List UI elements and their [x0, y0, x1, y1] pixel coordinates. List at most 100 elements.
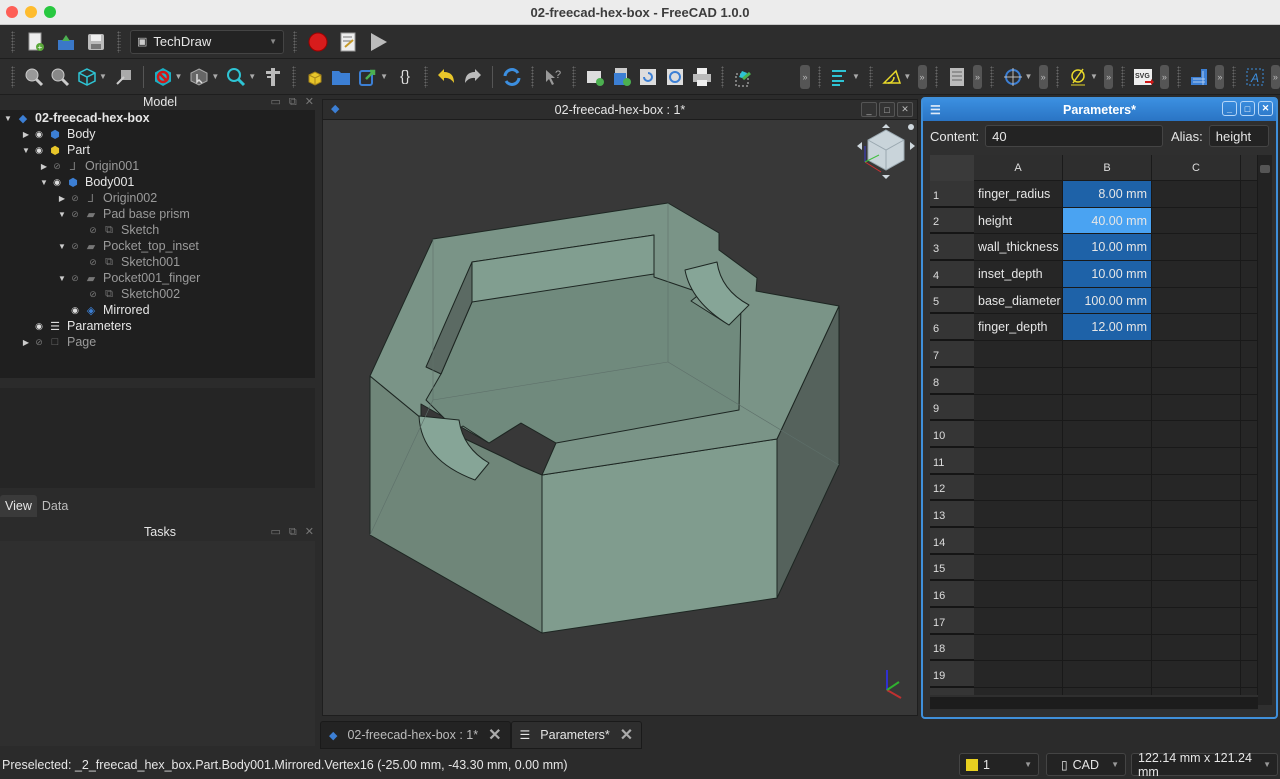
cell-d[interactable] [1241, 314, 1258, 342]
row-header[interactable]: 18 [930, 634, 974, 662]
part-icon[interactable] [304, 65, 326, 89]
chevron-down-icon[interactable]: ▼ [175, 72, 184, 81]
cell-d[interactable] [1241, 394, 1258, 422]
cell-d[interactable] [1241, 634, 1258, 662]
row-header[interactable]: 13 [930, 501, 974, 528]
cell-d[interactable] [1241, 341, 1258, 368]
eye-hidden-icon[interactable]: ⊘ [50, 161, 64, 172]
minimize-icon[interactable]: _ [1222, 101, 1237, 116]
vertical-scrollbar[interactable] [1258, 155, 1272, 705]
chevron-down-icon[interactable]: ▼ [1024, 72, 1033, 81]
cell-a[interactable] [974, 474, 1063, 502]
refresh-icon[interactable] [501, 65, 523, 89]
fit-selection-icon[interactable] [49, 65, 71, 89]
cell-a[interactable] [974, 367, 1063, 395]
centerline-icon[interactable] [1002, 65, 1024, 89]
open-document-icon[interactable] [54, 30, 78, 54]
cell-c[interactable] [1152, 447, 1241, 475]
tree-item[interactable]: ⊘ ⧉ Sketch002 [0, 286, 315, 302]
expand-arrow-icon[interactable]: ▶ [20, 338, 32, 347]
toolbar-grip[interactable] [817, 65, 822, 88]
cell-b[interactable]: 10.00 mm [1063, 261, 1152, 288]
cell-d[interactable] [1241, 501, 1258, 528]
cell-d[interactable] [1241, 234, 1258, 262]
cell-d[interactable] [1241, 554, 1258, 582]
row-header[interactable]: 15 [930, 554, 974, 582]
close-tab-icon[interactable]: ✕ [488, 725, 501, 745]
toolbar-overflow-button[interactable]: » [1104, 64, 1114, 89]
diameter-icon[interactable] [1067, 65, 1089, 89]
column-header-a[interactable]: A [974, 155, 1063, 181]
cell-c[interactable] [1152, 501, 1241, 528]
cell-c[interactable] [1152, 394, 1241, 422]
toolbar-grip[interactable] [530, 65, 535, 88]
toolbar-grip[interactable] [869, 65, 873, 88]
toolbar-grip[interactable] [11, 65, 15, 88]
dimension-readout[interactable]: 122.14 mm x 121.24 mm ▼ [1131, 751, 1278, 779]
collapse-arrow-icon[interactable]: ▼ [56, 210, 68, 219]
tree-item[interactable]: ▼ ⊘ ▰ Pocket001_finger [0, 270, 315, 286]
content-input[interactable]: 40 [985, 125, 1163, 147]
cell-a[interactable] [974, 688, 1063, 695]
tree-item[interactable]: ▼ ⊘ ▰ Pocket_top_inset [0, 238, 315, 254]
toolbar-overflow-button[interactable]: » [1038, 64, 1048, 89]
annotations-icon[interactable] [829, 65, 851, 89]
cell-a[interactable] [974, 421, 1063, 448]
tab-parameters[interactable]: ☰ Parameters* ✕ [510, 721, 643, 749]
eye-hidden-icon[interactable]: ⊘ [68, 193, 82, 204]
tab-data[interactable]: Data [36, 495, 74, 517]
row-header[interactable]: 12 [930, 474, 974, 502]
toolbar-grip[interactable] [572, 65, 576, 88]
cell-a[interactable] [974, 394, 1063, 422]
cell-c[interactable] [1152, 688, 1241, 695]
maximize-icon[interactable]: □ [1240, 101, 1255, 116]
cell-a[interactable]: height [974, 207, 1063, 235]
new-document-icon[interactable]: + [24, 30, 48, 54]
hex-box-model[interactable] [369, 202, 840, 634]
cell-d[interactable] [1241, 207, 1258, 235]
row-header[interactable]: 11 [930, 447, 974, 475]
tree-item[interactable]: ▼ ◉ ⬢ Part [0, 142, 315, 158]
cell-c[interactable] [1152, 287, 1241, 315]
cell-b[interactable]: 100.00 mm [1063, 287, 1152, 315]
collapse-arrow-icon[interactable]: ▼ [2, 114, 14, 123]
cell-c[interactable] [1152, 634, 1241, 662]
cell-c[interactable] [1152, 661, 1241, 689]
minimize-window-button[interactable] [25, 6, 37, 18]
draw-style-icon[interactable] [152, 65, 174, 89]
toolbar-overflow-button[interactable]: » [972, 64, 983, 89]
collapse-arrow-icon[interactable]: ▼ [20, 146, 32, 155]
eye-icon[interactable]: ◉ [32, 129, 46, 140]
eye-icon[interactable]: ◉ [32, 321, 46, 332]
tab-3d-view[interactable]: ◆ 02-freecad-hex-box : 1* ✕ [320, 721, 511, 749]
fit-all-icon[interactable] [23, 65, 45, 89]
cell-a[interactable] [974, 554, 1063, 582]
draw-style-selector[interactable]: 1 ▼ [959, 753, 1039, 776]
close-icon[interactable]: ✕ [897, 102, 913, 117]
select-all-corner[interactable] [930, 155, 974, 181]
new-page-icon[interactable] [584, 65, 606, 89]
tree-item[interactable]: ◉ ◈ Mirrored [0, 302, 315, 318]
cell-a[interactable] [974, 581, 1063, 608]
toolbar-grip[interactable] [292, 65, 296, 88]
cell-a[interactable]: base_diameter [974, 287, 1063, 315]
redo-icon[interactable] [462, 65, 484, 89]
chevron-down-icon[interactable]: ▼ [1090, 72, 1099, 81]
save-icon[interactable] [84, 30, 108, 54]
cell-c[interactable] [1152, 367, 1241, 395]
toolbar-overflow-button[interactable]: » [1215, 64, 1225, 89]
row-header[interactable]: 1 [930, 181, 974, 208]
chevron-down-icon[interactable]: ▼ [903, 72, 912, 81]
cell-b[interactable]: 8.00 mm [1063, 181, 1152, 208]
cell-a[interactable]: wall_thickness [974, 234, 1063, 262]
export-svg-icon[interactable]: SVG [1133, 65, 1155, 89]
bounding-box-icon[interactable] [113, 65, 135, 89]
cell-d[interactable] [1241, 581, 1258, 608]
navigation-style-selector[interactable]: ▯ CAD ▼ [1046, 753, 1126, 776]
cell-b[interactable]: 10.00 mm [1063, 234, 1152, 262]
whats-this-icon[interactable]: ? [542, 65, 564, 89]
cell-c[interactable] [1152, 207, 1241, 235]
toolbar-grip[interactable] [934, 65, 939, 88]
float-panel-icon[interactable]: ⧉ [289, 525, 297, 540]
cell-a[interactable] [974, 608, 1063, 635]
